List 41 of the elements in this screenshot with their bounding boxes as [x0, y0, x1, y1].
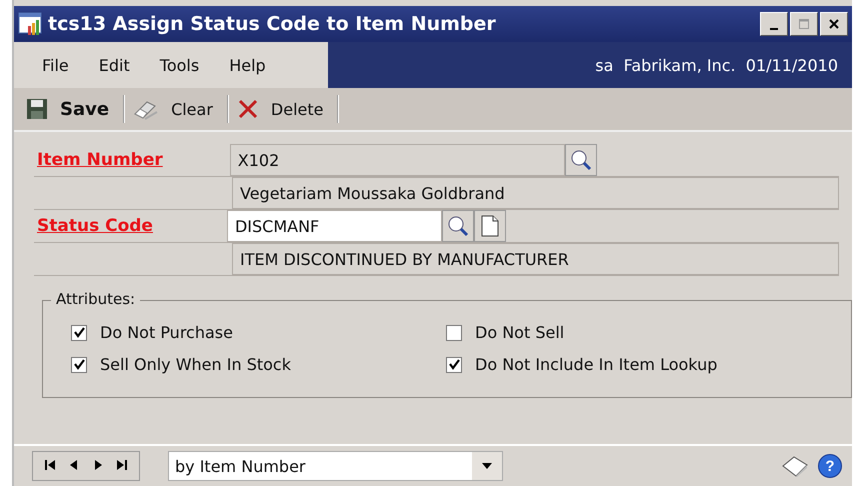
help-button[interactable]: ?	[818, 454, 842, 478]
checkbox-label: Do Not Purchase	[100, 323, 233, 342]
save-button[interactable]: Save	[22, 98, 120, 120]
menu-item[interactable]: Edit	[84, 56, 146, 74]
close-button[interactable]	[820, 12, 848, 36]
x-mark-icon	[236, 98, 259, 120]
search-icon	[568, 148, 593, 172]
new-document-button[interactable]	[474, 210, 506, 242]
item-number-field[interactable]: X102	[230, 144, 565, 176]
dropdown-arrow-icon	[482, 463, 492, 469]
last-icon	[115, 458, 129, 472]
delete-button[interactable]: Delete	[232, 98, 334, 120]
checkbox-label: Do Not Include In Item Lookup	[475, 355, 718, 374]
clear-button[interactable]: Clear	[129, 98, 223, 120]
note-icon[interactable]	[780, 454, 810, 478]
status-code-field[interactable]: DISCMANF	[226, 210, 442, 242]
checkbox[interactable]	[71, 356, 87, 372]
app-icon	[18, 11, 44, 37]
checkbox-label: Sell Only When In Stock	[100, 355, 291, 374]
maximize-button[interactable]	[790, 12, 818, 36]
lookup-button[interactable]	[564, 144, 597, 176]
document-icon	[480, 214, 500, 238]
sort-dropdown[interactable]: by Item Number	[168, 451, 503, 481]
maximize-icon	[798, 18, 810, 30]
minimize-icon	[770, 28, 778, 30]
search-icon	[446, 214, 470, 238]
close-icon	[828, 18, 840, 30]
window-title: tcs13 Assign Status Code to Item Number	[48, 13, 497, 35]
checkbox[interactable]	[446, 356, 462, 372]
minimize-button[interactable]	[760, 12, 788, 36]
first-icon	[43, 458, 57, 472]
checkbox-label: Do Not Sell	[475, 323, 564, 342]
checkbox[interactable]	[446, 324, 462, 340]
item-description-field: Vegetariam Moussaka Goldbrand	[232, 177, 839, 209]
menu-item[interactable]: Tools	[146, 56, 216, 74]
menu-item[interactable]: File	[28, 56, 85, 74]
checkbox[interactable]	[71, 324, 87, 340]
status-description-field: ITEM DISCONTINUED BY MANUFACTURER	[232, 243, 839, 275]
menu-item[interactable]: Help	[215, 56, 282, 74]
lookup-button[interactable]	[442, 210, 474, 242]
session-info: sa Fabrikam, Inc. 01/11/2010	[595, 56, 838, 74]
